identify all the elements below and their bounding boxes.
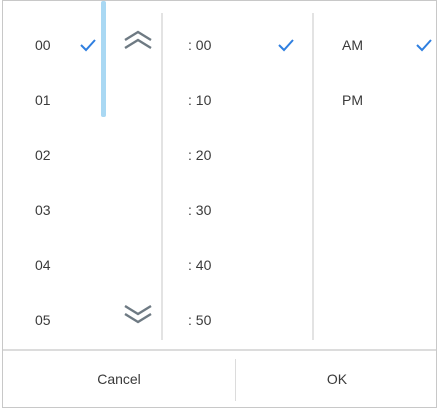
hour-option-00[interactable]: 00 [35,35,51,55]
hour-option-05[interactable]: 05 [35,310,51,330]
hour-option-04[interactable]: 04 [35,255,51,275]
hour-option-01[interactable]: 01 [35,90,51,110]
minute-option-10[interactable]: : 10 [188,90,211,110]
hour-option-02[interactable]: 02 [35,145,51,165]
hours-column[interactable]: 00 01 02 03 04 05 [3,1,161,346]
ok-button[interactable]: OK [236,351,436,407]
period-column[interactable]: AM PM [315,1,436,346]
minutes-column[interactable]: : 00 : 10 : 20 : 30 : 40 : 50 [164,1,313,346]
checkmark-icon [416,39,432,52]
hours-scroll-indicator[interactable] [101,1,106,117]
minute-option-30[interactable]: : 30 [188,200,211,220]
minute-option-40[interactable]: : 40 [188,255,211,275]
minute-option-00[interactable]: : 00 [188,35,211,55]
minute-option-20[interactable]: : 20 [188,145,211,165]
period-option-pm[interactable]: PM [342,90,363,110]
picker-footer: Cancel OK [3,349,436,407]
period-option-am[interactable]: AM [342,35,363,55]
checkmark-icon [80,39,96,52]
column-divider [161,13,163,340]
minute-option-50[interactable]: : 50 [188,310,211,330]
chevron-down-double-icon[interactable] [121,303,155,325]
cancel-button[interactable]: Cancel [3,351,235,407]
checkmark-icon [278,39,294,52]
time-picker: 00 01 02 03 04 05 : 00 : 10 : 20 : 30 : … [2,0,437,408]
chevron-up-double-icon[interactable] [121,29,155,51]
hour-option-03[interactable]: 03 [35,200,51,220]
column-divider [312,13,314,340]
